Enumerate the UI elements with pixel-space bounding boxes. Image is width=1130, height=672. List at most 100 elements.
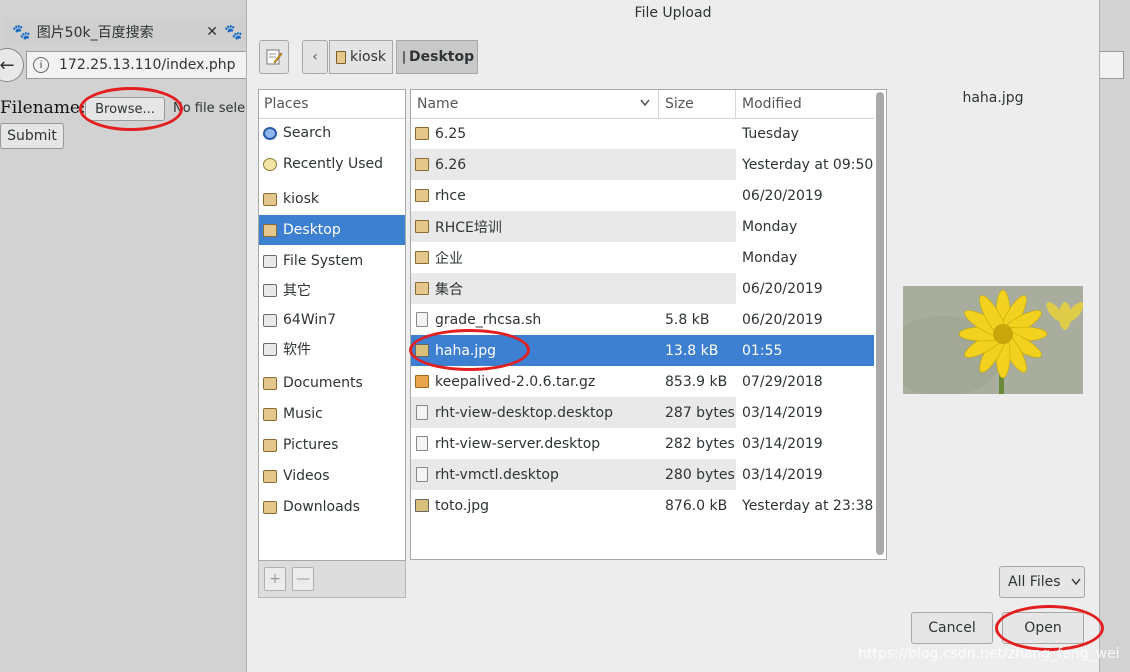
file-type-filter[interactable]: All Files bbox=[999, 566, 1085, 598]
file-name: 企业 bbox=[435, 250, 463, 267]
script-icon bbox=[416, 312, 428, 327]
file-row-qiye[interactable]: 企业 Monday bbox=[411, 242, 874, 273]
preview-filename: haha.jpg bbox=[962, 90, 1024, 106]
sidebar-item-label: Videos bbox=[283, 468, 330, 484]
file-row-rht-view-desktop[interactable]: rht-view-desktop.desktop 287 bytes 03/14/2… bbox=[411, 397, 874, 428]
sidebar-item-label: Documents bbox=[283, 375, 363, 391]
file-size bbox=[659, 118, 736, 149]
column-header-name[interactable]: Name bbox=[411, 90, 659, 118]
document-icon bbox=[416, 467, 428, 482]
sidebar-item-label: Pictures bbox=[283, 437, 339, 453]
open-button[interactable]: Open bbox=[1002, 612, 1084, 644]
sidebar-item-label: kiosk bbox=[283, 191, 319, 207]
file-size bbox=[659, 149, 736, 180]
sidebar-item-pictures[interactable]: Pictures bbox=[259, 430, 405, 460]
sidebar-item-search[interactable]: Search bbox=[259, 118, 405, 148]
places-header: Places bbox=[259, 90, 405, 119]
breadcrumb-desktop[interactable]: Desktop bbox=[396, 40, 478, 74]
desktop-folder-icon bbox=[403, 50, 405, 64]
archive-icon bbox=[415, 375, 429, 388]
file-row-jihe[interactable]: 集合 06/20/2019 bbox=[411, 273, 874, 304]
file-name: grade_rhcsa.sh bbox=[435, 311, 542, 328]
info-icon[interactable]: i bbox=[33, 57, 49, 73]
file-name: 6.25 bbox=[435, 125, 467, 142]
file-row-rht-vmctl[interactable]: rht-vmctl.desktop 280 bytes 03/14/2019 bbox=[411, 459, 874, 490]
file-row-haha-jpg[interactable]: haha.jpg 13.8 kB 01:55 bbox=[411, 335, 874, 366]
file-row-6-25[interactable]: 6.25 Tuesday bbox=[411, 118, 874, 149]
back-arrow-icon: ← bbox=[0, 54, 15, 76]
browse-button[interactable]: Browse... bbox=[85, 97, 165, 121]
file-row-6-26[interactable]: 6.26 Yesterday at 09:50 bbox=[411, 149, 874, 180]
sidebar-item-downloads[interactable]: Downloads bbox=[259, 492, 405, 522]
sidebar-item-recently-used[interactable]: Recently Used bbox=[259, 149, 405, 179]
file-name: 集合 bbox=[435, 281, 463, 298]
folder-icon bbox=[415, 127, 429, 140]
url-text: 172.25.13.110/index.php bbox=[59, 57, 236, 73]
add-bookmark-button[interactable]: + bbox=[264, 567, 286, 591]
sidebar-item-kiosk[interactable]: kiosk bbox=[259, 184, 405, 214]
column-header-modified[interactable]: Modified bbox=[736, 90, 874, 118]
preview-image bbox=[903, 286, 1083, 394]
file-size bbox=[659, 211, 736, 242]
file-size bbox=[659, 180, 736, 211]
type-location-button[interactable] bbox=[259, 40, 289, 74]
breadcrumb-label: kiosk bbox=[350, 49, 386, 65]
no-file-selected-text: No file sele bbox=[173, 101, 246, 116]
column-header-size[interactable]: Size bbox=[659, 90, 736, 118]
file-row-keepalived[interactable]: keepalived-2.0.6.tar.gz 853.9 kB 07/29/201… bbox=[411, 366, 874, 397]
browser-tab-baidu[interactable]: 🐾 图片50k_百度搜索 ✕ bbox=[4, 18, 226, 46]
sidebar-item-desktop[interactable]: Desktop bbox=[259, 215, 405, 245]
sidebar-item-label: 其它 bbox=[283, 283, 311, 299]
sidebar-item-qita[interactable]: 其它 bbox=[259, 275, 405, 305]
file-size bbox=[659, 242, 736, 273]
file-modified: 03/14/2019 bbox=[742, 466, 823, 483]
column-header-label: Size bbox=[665, 96, 694, 112]
file-name: toto.jpg bbox=[435, 497, 489, 514]
home-folder-icon bbox=[336, 50, 347, 64]
submit-button[interactable]: Submit bbox=[0, 123, 64, 149]
cancel-button[interactable]: Cancel bbox=[911, 612, 993, 644]
folder-icon bbox=[263, 376, 277, 390]
file-name: rht-vmctl.desktop bbox=[435, 466, 559, 483]
sidebar-item-label: Music bbox=[283, 406, 323, 422]
sidebar-item-file-system[interactable]: File System bbox=[259, 246, 405, 276]
breadcrumb-kiosk[interactable]: kiosk bbox=[329, 40, 393, 74]
file-row-grade-rhcsa[interactable]: grade_rhcsa.sh 5.8 kB 06/20/2019 bbox=[411, 304, 874, 335]
file-size: 853.9 kB bbox=[665, 373, 728, 390]
file-list-scrollbar[interactable] bbox=[876, 92, 884, 555]
sidebar-item-music[interactable]: Music bbox=[259, 399, 405, 429]
sidebar-item-label: 64Win7 bbox=[283, 312, 337, 328]
folder-icon bbox=[415, 220, 429, 233]
sidebar-item-videos[interactable]: Videos bbox=[259, 461, 405, 491]
file-modified: 03/14/2019 bbox=[742, 404, 823, 421]
file-row-rht-view-server[interactable]: rht-view-server.desktop 282 bytes 03/14/20… bbox=[411, 428, 874, 459]
sidebar-item-documents[interactable]: Documents bbox=[259, 368, 405, 398]
file-name: rhce bbox=[435, 187, 466, 204]
file-size: 876.0 kB bbox=[665, 497, 728, 514]
back-button[interactable]: ← bbox=[0, 48, 24, 82]
desktop-folder-icon bbox=[263, 223, 277, 237]
remove-bookmark-button[interactable]: — bbox=[292, 567, 314, 591]
file-size: 280 bytes bbox=[659, 459, 736, 490]
file-size: 13.8 kB bbox=[659, 335, 736, 366]
sidebar-item-64win7[interactable]: 64Win7 bbox=[259, 305, 405, 335]
filter-label: All Files bbox=[1008, 574, 1061, 590]
path-back-button[interactable]: ‹ bbox=[302, 40, 328, 74]
file-modified: Monday bbox=[742, 218, 798, 235]
file-name: 6.26 bbox=[435, 156, 467, 173]
folder-icon bbox=[415, 282, 429, 295]
file-row-rhce-peixun[interactable]: RHCE培训 Monday bbox=[411, 211, 874, 242]
file-modified: Monday bbox=[742, 249, 798, 266]
file-row-rhce[interactable]: rhce 06/20/2019 bbox=[411, 180, 874, 211]
sidebar-item-label: Desktop bbox=[283, 222, 341, 238]
file-modified: Yesterday at 23:38 bbox=[742, 497, 874, 514]
clock-icon bbox=[263, 157, 277, 171]
file-row-toto-jpg[interactable]: toto.jpg 876.0 kB Yesterday at 23:38 bbox=[411, 490, 874, 521]
drive-icon bbox=[263, 342, 277, 356]
file-size: 287 bytes bbox=[659, 397, 736, 428]
file-size bbox=[659, 273, 736, 304]
filename-label: Filename: bbox=[0, 98, 86, 118]
sidebar-item-ruanjian[interactable]: 软件 bbox=[259, 334, 405, 364]
image-icon bbox=[415, 499, 429, 512]
file-list: Name Size Modified 6.25 Tuesday 6.26 Yeste… bbox=[410, 89, 887, 560]
